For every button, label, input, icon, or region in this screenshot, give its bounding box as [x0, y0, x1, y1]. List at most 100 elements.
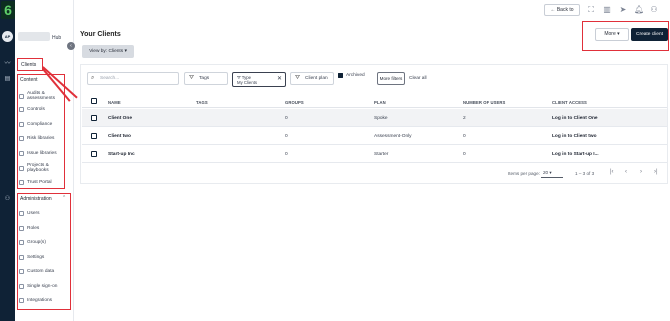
column-header-users[interactable]: NUMBER OF USERS	[463, 100, 505, 105]
sidebar-item-projects[interactable]: Projects & playbooks	[19, 163, 57, 173]
sidebar-item-sso[interactable]: Single sign-on	[19, 284, 57, 289]
database-icon	[19, 269, 24, 274]
sidebar-item-label: Compliance	[27, 122, 53, 127]
key-icon	[19, 122, 24, 127]
plan: Starter	[374, 152, 389, 157]
prev-page-icon[interactable]: ‹	[625, 169, 627, 175]
divider	[82, 107, 667, 108]
hub-label: Hub	[52, 35, 62, 41]
groups-count: 0	[285, 152, 288, 157]
sidebar-item-issue-libraries[interactable]: Issue libraries	[19, 151, 57, 156]
sidebar-item-label: Users	[27, 211, 40, 216]
groups-count: 0	[285, 116, 288, 121]
analytics-icon[interactable]: 〰	[3, 61, 12, 67]
sidebar-item-controls[interactable]: Controls	[19, 107, 45, 112]
integrations-icon	[19, 298, 24, 303]
search-input[interactable]: ⌕ Search...	[87, 72, 179, 85]
more-filters-button[interactable]: More filters	[377, 72, 405, 85]
table-row[interactable]: Start-up Inc 0 Starter 0 Log in to Start…	[82, 145, 667, 163]
document-icon	[19, 107, 24, 112]
last-page-icon[interactable]: ›|	[654, 169, 658, 175]
view-by-label: View by: Clients	[89, 49, 124, 54]
user-settings-icon[interactable]: ⚇	[650, 5, 658, 14]
sidebar-item-label: Custom data	[27, 269, 55, 274]
plan: Assessment-Only	[374, 134, 412, 139]
sidebar-item-label: Group(s)	[27, 240, 46, 245]
clear-all-link[interactable]: Clear all	[409, 76, 427, 81]
sidebar-item-label: Projects & playbooks	[27, 163, 49, 173]
next-page-icon[interactable]: ›	[640, 169, 642, 175]
sidebar-item-custom-data[interactable]: Custom data	[19, 269, 54, 274]
pagination-range: 1 – 3 of 3	[575, 171, 595, 176]
filter-icon: ⛛	[189, 75, 195, 81]
table-row[interactable]: Client two 0 Assessment-Only 0 Log in to…	[82, 127, 667, 145]
roles-icon	[19, 226, 24, 231]
column-header-name[interactable]: NAME	[108, 100, 121, 105]
select-all-checkbox[interactable]	[91, 98, 97, 104]
archived-label: Archived	[346, 73, 365, 78]
avatar[interactable]: AP	[2, 31, 13, 42]
users-count: 0	[463, 152, 466, 157]
create-client-button[interactable]: Create client	[631, 28, 668, 41]
column-header-tags[interactable]: TAGS	[196, 100, 208, 105]
app-logo[interactable]: 6	[1, 1, 15, 19]
bell-icon[interactable]: 🔔︎	[634, 5, 644, 14]
icon-rail: 6 AP 〰 ▤ ⚇	[0, 0, 15, 321]
type-filter-chip[interactable]: ⛛ Type My Clients ✕	[232, 72, 286, 87]
client-access-link[interactable]: Log in to Client two	[552, 134, 597, 139]
sidebar-item-label: Issue libraries	[27, 151, 57, 156]
table-row[interactable]: Client One 0 Spoke 2 Log in to Client On…	[82, 109, 667, 127]
row-checkbox[interactable]	[91, 115, 97, 121]
chevron-up-icon[interactable]: ⌃	[62, 195, 66, 201]
reports-icon[interactable]: ▤	[3, 76, 12, 82]
building-icon[interactable]: ▥	[603, 5, 611, 14]
sidebar-item-users[interactable]: Users	[19, 211, 40, 216]
user-icon	[19, 211, 24, 216]
plan: Spoke	[374, 116, 388, 121]
administration-header[interactable]: Administration	[20, 196, 52, 202]
view-by-dropdown[interactable]: View by: Clients ▾	[82, 45, 134, 58]
tags-filter-button[interactable]: ⛛ Tags	[184, 72, 228, 85]
sidebar-item-groups[interactable]: Group(s)	[19, 240, 46, 245]
client-access-link[interactable]: Log in to Client One	[552, 116, 598, 121]
client-name[interactable]: Client two	[108, 134, 131, 139]
back-button[interactable]: ← Back to	[544, 4, 580, 16]
sidebar-item-label: Audits & assessments	[27, 91, 55, 101]
users-count: 0	[463, 134, 466, 139]
sidebar-item-label: Risk libraries	[27, 136, 55, 141]
flag-icon	[19, 151, 24, 156]
sidebar-item-clients[interactable]: Clients	[21, 62, 36, 68]
more-button[interactable]: More ▾	[595, 28, 629, 41]
sidebar-item-label: Single sign-on	[27, 284, 58, 289]
chevron-down-icon: ▾	[549, 170, 552, 175]
archived-toggle[interactable]: Archived	[338, 73, 365, 78]
first-page-icon[interactable]: |‹	[610, 169, 614, 175]
sidebar-item-label: Settings	[27, 255, 45, 260]
sidebar-item-compliance[interactable]: Compliance	[19, 122, 52, 127]
sidebar-item-audits[interactable]: Audits & assessments	[19, 91, 59, 101]
row-checkbox[interactable]	[91, 133, 97, 139]
column-header-access[interactable]: CLIENT ACCESS	[552, 100, 587, 105]
sidebar-item-risk-libraries[interactable]: Risk libraries	[19, 136, 54, 141]
client-access-link[interactable]: Log in to Start-up I...	[552, 152, 599, 157]
collapse-sidebar-button[interactable]: ‹	[67, 42, 75, 50]
folder-icon	[19, 165, 24, 171]
column-header-groups[interactable]: GROUPS	[285, 100, 304, 105]
send-icon[interactable]: ➤	[619, 5, 627, 14]
people-icon[interactable]: ⚇	[3, 196, 12, 202]
archived-checkbox[interactable]	[338, 73, 343, 78]
sidebar-item-settings[interactable]: Settings	[19, 255, 44, 260]
client-name[interactable]: Client One	[108, 116, 132, 121]
client-name[interactable]: Start-up Inc	[108, 152, 135, 157]
column-header-plan[interactable]: PLAN	[374, 100, 386, 105]
search-icon: ⌕	[91, 75, 95, 81]
sidebar-item-trust-portal[interactable]: Trust Portal	[19, 180, 52, 185]
per-page-select[interactable]: 20 ▾	[541, 168, 563, 178]
client-plan-filter-button[interactable]: ⛛ Client plan	[290, 72, 334, 85]
row-checkbox[interactable]	[91, 151, 97, 157]
sidebar-item-roles[interactable]: Roles	[19, 226, 39, 231]
org-chart-icon[interactable]: ⛶	[587, 5, 595, 14]
close-icon[interactable]: ✕	[277, 76, 282, 82]
sidebar-item-integrations[interactable]: Integrations	[19, 298, 52, 303]
hub-name-redacted	[18, 32, 50, 41]
